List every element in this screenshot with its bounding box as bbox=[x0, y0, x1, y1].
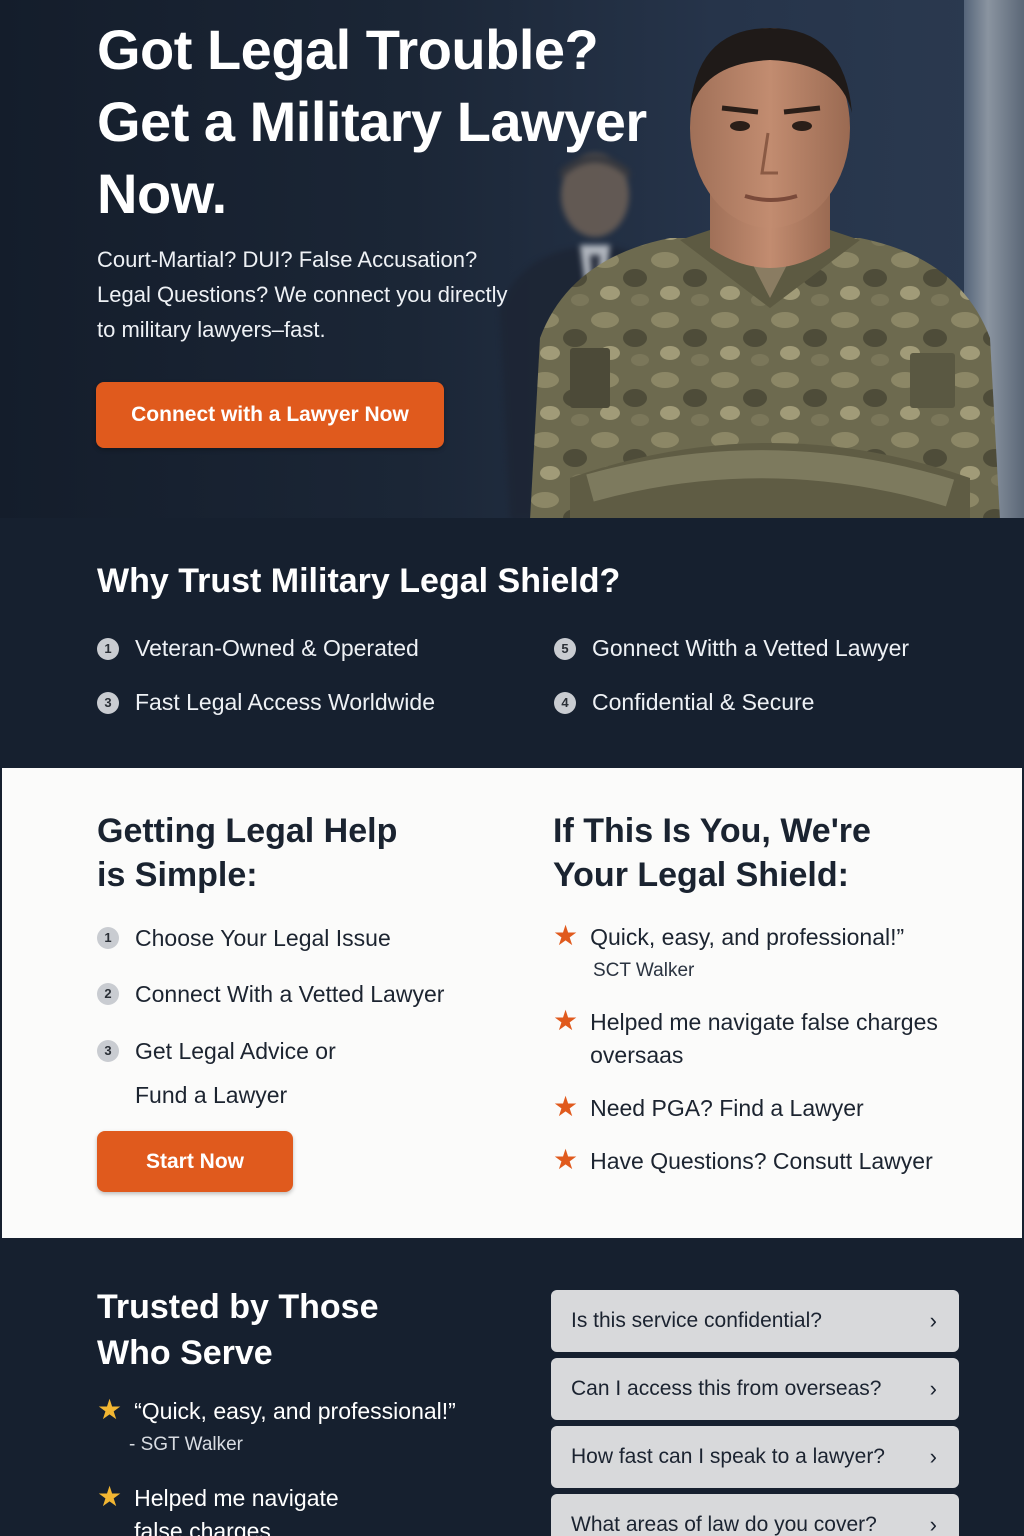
steps-title: Getting Legal Help is Simple: bbox=[97, 812, 398, 894]
trust-title: Why Trust Military Legal Shield? bbox=[97, 562, 621, 600]
star-icon: ★ bbox=[553, 1005, 579, 1036]
star-icon: ★ bbox=[97, 1394, 123, 1425]
review-item: ★ Helped me navigate false charges overs… bbox=[553, 1006, 973, 1072]
faq-item[interactable]: Is this service confidential? › bbox=[551, 1290, 959, 1352]
trust-section: Why Trust Military Legal Shield? 1 Veter… bbox=[0, 518, 1024, 768]
step-label: Get Legal Advice or bbox=[135, 1038, 336, 1064]
trust-item-label: Veteran-Owned & Operated bbox=[135, 635, 419, 661]
faq-item[interactable]: How fast can I speak to a lawyer? › bbox=[551, 1426, 959, 1488]
trust-item: 1 Veteran-Owned & Operated bbox=[97, 635, 419, 662]
number-badge: 1 bbox=[97, 637, 119, 660]
hero-section: Got Legal Trouble? Get a Military Lawyer… bbox=[0, 0, 1024, 518]
faq-question: Can I access this from overseas? bbox=[571, 1377, 882, 1400]
trust-item: 5 Gonnect Witth a Vetted Lawyer bbox=[554, 635, 909, 662]
faq-item[interactable]: What areas of law do you cover? › bbox=[551, 1494, 959, 1536]
review-item: ★ Have Questions? Consutt Lawyer bbox=[553, 1145, 993, 1178]
step-label: Connect With a Vetted Lawyer bbox=[135, 981, 445, 1007]
shield-title: If This Is You, We're Your Legal Shield: bbox=[553, 812, 871, 894]
trust-item-label: Confidential & Secure bbox=[592, 689, 815, 715]
step-label: Choose Your Legal Issue bbox=[135, 925, 391, 951]
review-text: Quick, easy, and professional!” bbox=[590, 924, 905, 950]
trust-item: 3 Fast Legal Access Worldwide bbox=[97, 689, 435, 716]
faq-question: What areas of law do you cover? bbox=[571, 1513, 877, 1536]
review-author: SCT Walker bbox=[593, 960, 695, 981]
chevron-right-icon: › bbox=[929, 1376, 937, 1401]
hero-title: Got Legal Trouble? Get a Military Lawyer… bbox=[97, 18, 647, 225]
number-badge: 3 bbox=[97, 1040, 119, 1062]
chevron-right-icon: › bbox=[929, 1444, 937, 1469]
testimonial-text: Helped me navigate false charges bbox=[134, 1485, 339, 1536]
faq-question: How fast can I speak to a lawyer? bbox=[571, 1445, 885, 1468]
star-icon: ★ bbox=[553, 920, 579, 951]
faq-item[interactable]: Can I access this from overseas? › bbox=[551, 1358, 959, 1420]
star-icon: ★ bbox=[553, 1144, 579, 1175]
step-item: 2 Connect With a Vetted Lawyer bbox=[97, 979, 444, 1009]
testimonial-item: ★ “Quick, easy, and professional!” bbox=[97, 1395, 517, 1428]
number-badge: 2 bbox=[97, 983, 119, 1005]
chevron-right-icon: › bbox=[929, 1512, 937, 1536]
star-icon: ★ bbox=[97, 1481, 123, 1512]
trust-item: 4 Confidential & Secure bbox=[554, 689, 814, 716]
testimonial-item: ★ Helped me navigate false charges bbox=[97, 1482, 387, 1536]
faq-question: Is this service confidential? bbox=[571, 1309, 822, 1332]
review-item: ★ Need PGA? Find a Lawyer bbox=[553, 1092, 993, 1125]
review-item: ★ Quick, easy, and professional!” bbox=[553, 921, 973, 954]
number-badge: 3 bbox=[97, 691, 119, 714]
trust-item-label: Gonnect Witth a Vetted Lawyer bbox=[592, 635, 910, 661]
number-badge: 1 bbox=[97, 927, 119, 949]
trust-item-label: Fast Legal Access Worldwide bbox=[135, 689, 435, 715]
review-text: Helped me navigate false charges oversaa… bbox=[590, 1009, 938, 1068]
start-now-button[interactable]: Start Now bbox=[97, 1131, 293, 1192]
review-text: Need PGA? Find a Lawyer bbox=[590, 1095, 864, 1121]
step-item: 1 Choose Your Legal Issue bbox=[97, 923, 391, 953]
number-badge: 4 bbox=[554, 691, 576, 714]
chevron-right-icon: › bbox=[929, 1308, 937, 1333]
testimonial-text: “Quick, easy, and professional!” bbox=[134, 1398, 456, 1424]
testimonial-author: - SGT Walker bbox=[129, 1434, 244, 1455]
star-icon: ★ bbox=[553, 1091, 579, 1122]
review-text: Have Questions? Consutt Lawyer bbox=[590, 1148, 933, 1174]
step-label-continued: Fund a Lawyer bbox=[135, 1082, 288, 1108]
step-item: 3 Get Legal Advice or bbox=[97, 1036, 336, 1066]
hero-subtitle: Court-Martial? DUI? False Accusation? Le… bbox=[97, 247, 508, 342]
connect-lawyer-button[interactable]: Connect with a Lawyer Now bbox=[96, 382, 444, 448]
testimonials-title: Trusted by Those Who Serve bbox=[97, 1288, 379, 1372]
number-badge: 5 bbox=[554, 637, 576, 660]
